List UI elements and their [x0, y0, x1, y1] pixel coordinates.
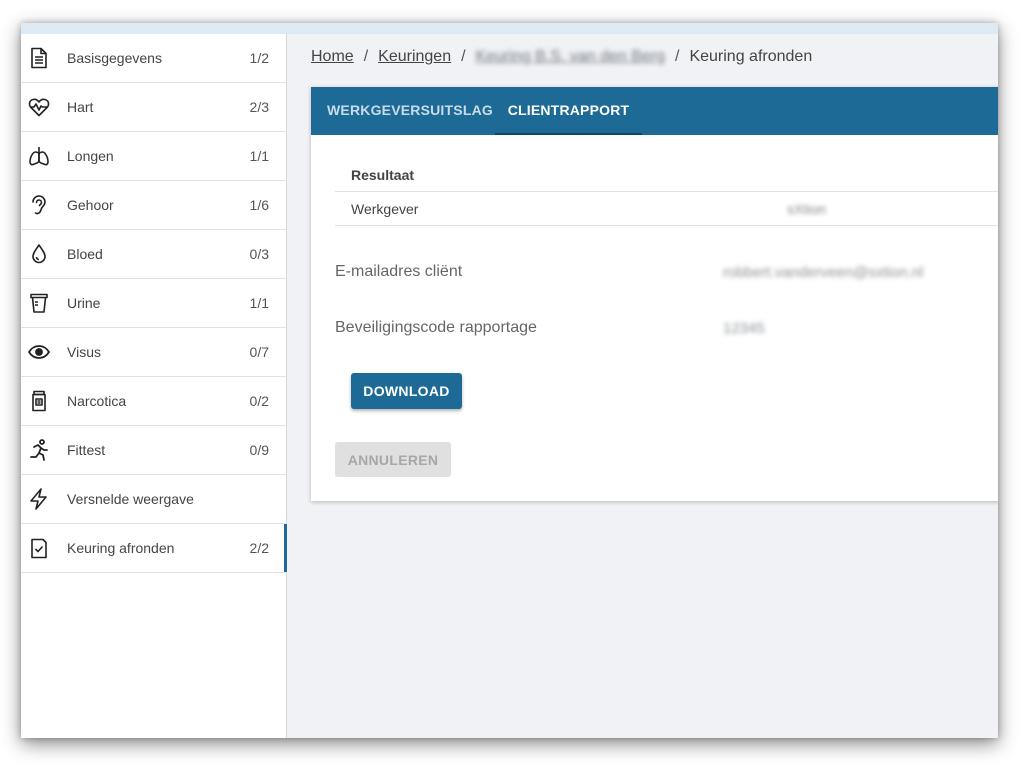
sidebar-item-count: 0/7	[249, 344, 269, 360]
breadcrumb-keuringen[interactable]: Keuringen	[378, 48, 451, 66]
sidebar-item-count: 0/2	[249, 393, 269, 409]
report-card: WERKGEVERSUITSLAG CLIENTRAPPORT Resultaa…	[311, 87, 998, 501]
sidebar-item-gehoor[interactable]: Gehoor 1/6	[21, 181, 286, 230]
sidebar-item-visus[interactable]: Visus 0/7	[21, 328, 286, 377]
sidebar-item-count: 1/1	[249, 148, 269, 164]
sidebar-item-count: 1/1	[249, 295, 269, 311]
breadcrumb: Home / Keuringen / Keuring B.S. van den …	[311, 48, 812, 66]
sidebar-item-hart[interactable]: Hart 2/3	[21, 83, 286, 132]
sidebar-item-fittest[interactable]: Fittest 0/9	[21, 426, 286, 475]
sidebar-item-basisgegevens[interactable]: Basisgegevens 1/2	[21, 34, 286, 83]
top-strip	[21, 23, 998, 34]
sidebar-item-count: 2/3	[249, 99, 269, 115]
sidebar-item-label: Hart	[67, 99, 94, 115]
lightning-icon	[27, 487, 51, 511]
heart-pulse-icon	[27, 95, 51, 119]
app-window: Basisgegevens 1/2 Hart 2/3 Longen 1/1 Ge…	[21, 23, 998, 738]
running-icon	[27, 438, 51, 462]
tab-bar: WERKGEVERSUITSLAG CLIENTRAPPORT	[311, 87, 998, 135]
lungs-icon	[27, 144, 51, 168]
ear-icon	[27, 193, 51, 217]
sidebar-item-urine[interactable]: Urine 1/1	[21, 279, 286, 328]
sidebar: Basisgegevens 1/2 Hart 2/3 Longen 1/1 Ge…	[21, 34, 287, 738]
eye-icon	[27, 340, 51, 364]
sidebar-item-label: Visus	[67, 344, 101, 360]
sidebar-item-label: Basisgegevens	[67, 50, 162, 66]
breadcrumb-separator: /	[461, 48, 466, 65]
result-table: Resultaat Werkgever sXtion	[335, 158, 998, 226]
clipboard-check-icon	[27, 536, 51, 560]
sidebar-item-label: Bloed	[67, 246, 103, 262]
sidebar-item-label: Narcotica	[67, 393, 127, 409]
cancel-button[interactable]: ANNULEREN	[335, 442, 451, 477]
email-label: E-mailadres cliënt	[335, 263, 463, 280]
sidebar-item-label: Fittest	[67, 442, 106, 458]
sidebar-item-bloed[interactable]: Bloed 0/3	[21, 230, 286, 279]
row-value-werkgever: sXtion	[787, 201, 826, 217]
row-label-werkgever: Werkgever	[351, 201, 419, 217]
sidebar-item-label: Gehoor	[67, 197, 114, 213]
sidebar-item-label: Urine	[67, 295, 101, 311]
sidebar-item-count: 1/2	[249, 50, 269, 66]
sidebar-item-count: 1/6	[249, 197, 269, 213]
table-header-row: Resultaat	[335, 158, 998, 192]
tab-werkgeversuitslag[interactable]: WERKGEVERSUITSLAG	[327, 87, 493, 135]
urine-cup-icon	[27, 291, 51, 315]
column-header-resultaat: Resultaat	[351, 167, 415, 183]
tab-clientrapport[interactable]: CLIENTRAPPORT	[495, 87, 642, 135]
sidebar-item-count: 0/3	[249, 246, 269, 262]
pill-bottle-icon	[27, 389, 51, 413]
security-code-value: 12345	[723, 320, 765, 337]
breadcrumb-keuring[interactable]: Keuring B.S. van den Berg	[476, 48, 665, 66]
table-row: Werkgever sXtion	[335, 192, 998, 226]
sidebar-item-keuring-afronden[interactable]: Keuring afronden 2/2	[21, 524, 287, 573]
breadcrumb-home[interactable]: Home	[311, 48, 354, 66]
main-content: Home / Keuringen / Keuring B.S. van den …	[287, 34, 998, 738]
sidebar-item-narcotica[interactable]: Narcotica 0/2	[21, 377, 286, 426]
breadcrumb-separator: /	[363, 48, 369, 65]
sidebar-item-versnelde-weergave[interactable]: Versnelde weergave	[21, 475, 286, 524]
document-icon	[27, 46, 51, 70]
sidebar-item-label: Versnelde weergave	[67, 491, 194, 507]
download-button[interactable]: DOWNLOAD	[351, 373, 462, 409]
blood-drop-icon	[27, 242, 51, 266]
email-value: robbert.vanderveen@sxtion.nl	[723, 264, 924, 281]
sidebar-item-count: 2/2	[249, 540, 269, 556]
sidebar-item-label: Longen	[67, 148, 114, 164]
sidebar-item-longen[interactable]: Longen 1/1	[21, 132, 286, 181]
sidebar-item-count: 0/9	[249, 442, 269, 458]
security-code-label: Beveiligingscode rapportage	[335, 319, 537, 336]
breadcrumb-current: Keuring afronden	[689, 48, 813, 65]
breadcrumb-separator: /	[675, 48, 680, 65]
sidebar-item-label: Keuring afronden	[67, 540, 175, 556]
